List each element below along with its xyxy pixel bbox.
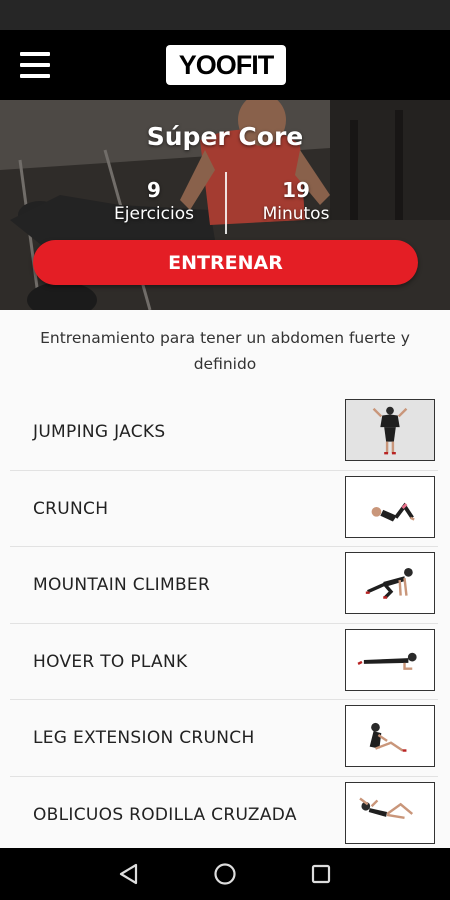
system-navigation-bar	[0, 848, 450, 900]
app-bar: YOOFIT	[0, 30, 450, 100]
exercise-thumbnail	[345, 399, 435, 461]
exercise-thumbnail	[345, 705, 435, 767]
home-circle-icon[interactable]	[212, 861, 238, 887]
exercises-label: Ejercicios	[114, 204, 194, 224]
exercise-name: CRUNCH	[33, 498, 109, 519]
exercise-name: MOUNTAIN CLIMBER	[33, 575, 211, 595]
exercise-name: JUMPING JACKS	[33, 422, 166, 442]
status-bar	[0, 0, 450, 30]
exercises-count: 9	[147, 178, 161, 202]
recent-apps-square-icon[interactable]	[308, 861, 334, 887]
crunch-figure-image	[371, 502, 415, 522]
workout-hero: Súper Core 9 Ejercicios 19 Minutos ENTRE…	[0, 100, 450, 310]
exercise-thumbnail	[345, 781, 435, 844]
exercise-thumbnail	[345, 628, 435, 691]
exercise-row-mountain-climber[interactable]: MOUNTAIN CLIMBER	[10, 547, 438, 624]
exercise-row-hover-to-plank[interactable]: HOVER TO PLANK	[10, 624, 438, 700]
stat-divider	[225, 172, 227, 234]
exercise-name: LEG EXTENSION CRUNCH	[33, 728, 255, 748]
minutes-count: 19	[282, 178, 310, 202]
standing-figure-image	[372, 406, 408, 455]
logo-text: YOOFIT	[178, 49, 274, 80]
climber-figure-image	[365, 568, 413, 599]
exercise-thumbnail	[345, 552, 435, 614]
app-logo: YOOFIT	[166, 45, 286, 85]
exercise-name: HOVER TO PLANK	[33, 651, 188, 672]
exercise-thumbnail	[345, 475, 435, 538]
exercise-name: OBLICUOS RODILLA CRUZADA	[33, 804, 297, 825]
plank-figure-image	[357, 652, 417, 670]
minutes-stat: 19 Minutos	[236, 178, 356, 226]
exercise-row-crunch[interactable]: CRUNCH	[10, 471, 438, 547]
exercise-list: JUMPING JACKS CRUNCH MOUNTAIN CLIMBER HO…	[0, 394, 450, 848]
exercise-row-jumping-jacks[interactable]: JUMPING JACKS	[10, 394, 438, 471]
back-triangle-icon[interactable]	[116, 861, 142, 887]
train-button[interactable]: ENTRENAR	[33, 240, 418, 285]
exercise-row-oblicuos-rodilla-cruzada[interactable]: OBLICUOS RODILLA CRUZADA	[10, 777, 438, 849]
workout-title: Súper Core	[146, 122, 304, 151]
minutes-label: Minutos	[262, 204, 330, 224]
hamburger-menu-icon[interactable]	[20, 52, 50, 78]
exercises-stat: 9 Ejercicios	[94, 178, 214, 226]
lying-figure-image	[359, 797, 414, 819]
workout-description: Entrenamiento para tener un abdomen fuer…	[40, 329, 410, 373]
exercise-row-leg-extension-crunch[interactable]: LEG EXTENSION CRUNCH	[10, 700, 438, 777]
workout-content[interactable]: Entrenamiento para tener un abdomen fuer…	[0, 310, 450, 848]
seated-figure-image	[369, 722, 407, 752]
